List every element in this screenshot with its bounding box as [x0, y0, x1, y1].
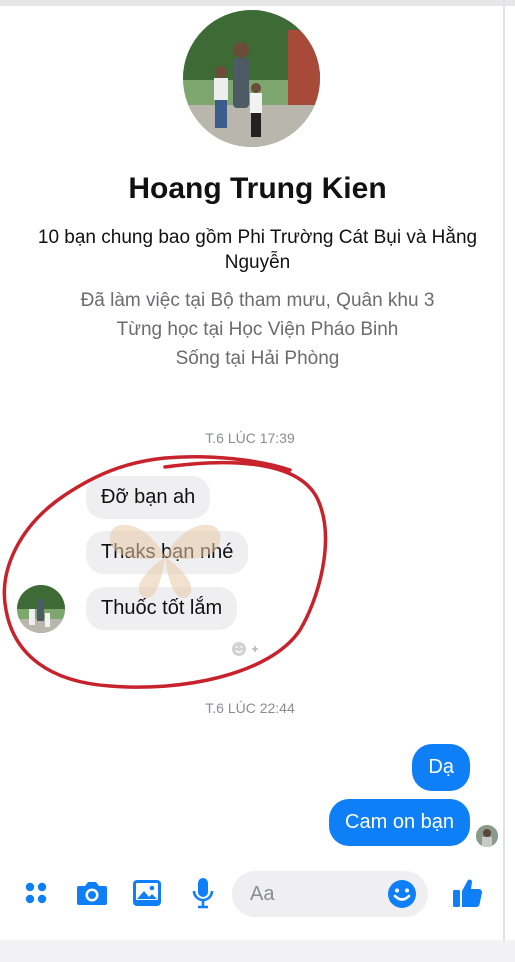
incoming-message[interactable]: Thaks bạn nhé: [86, 531, 249, 574]
image-icon[interactable]: [130, 876, 164, 910]
outgoing-message[interactable]: Dạ: [412, 744, 470, 791]
top-divider: [0, 0, 515, 6]
education-info: Từng học tại Học Viện Pháo Binh: [116, 319, 399, 340]
work-info: Đã làm việc tại Bộ tham mưu, Quân khu 3: [80, 290, 435, 311]
emoji-icon[interactable]: [386, 878, 418, 910]
thumbs-up-icon[interactable]: [450, 876, 484, 910]
profile-info: Đã làm việc tại Bộ tham mưu, Quân khu 3 …: [0, 286, 515, 373]
residence-info: Sống tại Hải Phòng: [175, 348, 340, 369]
profile-avatar[interactable]: [183, 10, 320, 147]
camera-icon[interactable]: [75, 876, 109, 910]
scrollbar-track: [503, 0, 505, 962]
menu-dots-icon[interactable]: [19, 876, 53, 910]
outgoing-message[interactable]: Cam on bạn: [329, 799, 470, 846]
mutual-friends: 10 bạn chung bao gồm Phi Trường Cát Bụi …: [37, 227, 478, 273]
microphone-icon[interactable]: [186, 876, 220, 910]
sender-avatar[interactable]: [17, 585, 65, 633]
incoming-message[interactable]: Đỡ bạn ah: [86, 476, 211, 519]
incoming-message[interactable]: Thuốc tốt lắm: [86, 587, 238, 630]
profile-name: Hoang Trung Kien: [128, 172, 387, 205]
add-reaction-icon[interactable]: [230, 640, 262, 663]
timestamp: T.6 LÚC 17:39: [205, 430, 295, 446]
bottom-bar: [0, 940, 515, 962]
timestamp: T.6 LÚC 22:44: [205, 700, 295, 716]
seen-avatar: [476, 825, 498, 847]
